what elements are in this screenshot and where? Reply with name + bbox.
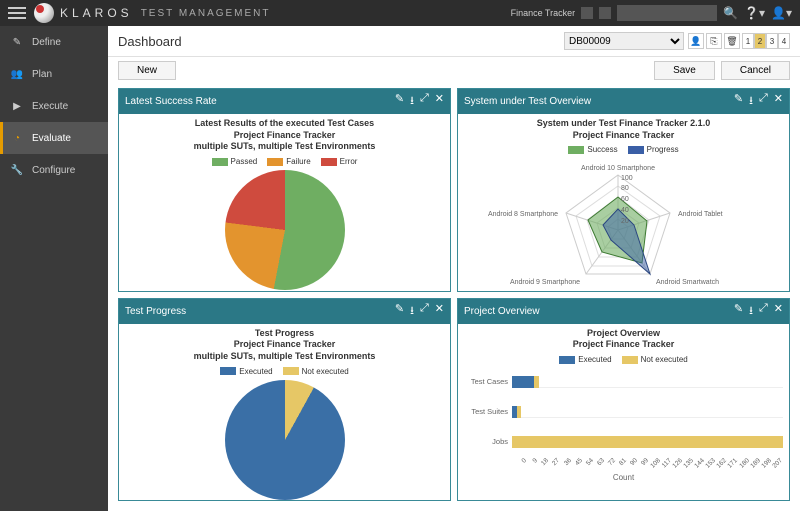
chart-title-line: Project Finance Tracker [119,339,450,351]
project-label: Finance Tracker [511,8,576,18]
close-icon[interactable]: ✕ [435,302,444,321]
expand-icon[interactable]: ⤢ [420,302,429,321]
download-icon[interactable]: ⭳ [410,92,414,111]
pie-chart [225,170,345,290]
sidebar-item-execute[interactable]: ▶ Execute [0,90,108,122]
sidebar-item-plan[interactable]: 👥 Plan [0,58,108,90]
chart-title-line: Project Finance Tracker [458,130,789,142]
close-icon[interactable]: ✕ [774,92,783,111]
sidebar-item-label: Configure [32,165,75,176]
button-bar: New Save Cancel [108,57,800,84]
page-title: Dashboard [118,34,182,49]
svg-text:60: 60 [621,196,629,203]
pager-last[interactable]: 4 [778,33,790,49]
sidebar-item-define[interactable]: ✎ Define [0,26,108,58]
pie-icon: ◔ [10,131,24,145]
download-icon[interactable]: ⭳ [410,302,414,321]
titlebar: Dashboard DB00009 👤 ⎘ 🗑 1 2 3 4 [108,26,800,57]
help-icon[interactable]: ❔▾ [744,6,765,20]
new-button[interactable]: New [118,61,176,80]
search-icon[interactable]: 🔍 [723,6,738,20]
sidebar-item-label: Execute [32,101,68,112]
chart-title-line: System under Test Finance Tracker 2.1.0 [458,118,789,130]
brand-subtitle: TEST MANAGEMENT [141,8,271,19]
chart-legend: Executed Not executed [458,355,789,364]
chart-legend: Success Progress [458,145,789,154]
svg-text:Android Tablet: Android Tablet [678,211,723,218]
edit-icon[interactable]: ✎ [395,92,404,111]
download-icon[interactable]: ⭳ [749,302,753,321]
dashboard-select[interactable]: DB00009 [564,32,684,50]
menu-icon[interactable] [8,4,26,22]
panel-title: System under Test Overview [464,96,591,107]
save-button[interactable]: Save [654,61,715,80]
play-icon: ▶ [10,99,24,113]
svg-text:Android 8 Smartphone: Android 8 Smartphone [488,211,558,218]
sidebar-item-label: Evaluate [32,133,71,144]
expand-icon[interactable]: ⤢ [420,92,429,111]
pager-current[interactable]: 2 [754,33,766,49]
svg-text:80: 80 [621,185,629,192]
sidebar-item-label: Define [32,37,61,48]
panel-sut-overview: System under Test Overview ✎ ⭳ ⤢ ✕ Syste… [457,88,790,292]
svg-text:100: 100 [621,175,633,182]
wrench-icon: 🔧 [10,163,24,177]
edit-icon[interactable]: ✎ [395,302,404,321]
sidebar: ✎ Define 👥 Plan ▶ Execute ◔ Evaluate 🔧 C… [0,26,108,511]
delete-icon[interactable]: 🗑 [724,33,740,49]
sidebar-item-label: Plan [32,69,52,80]
expand-icon[interactable]: ⤢ [759,92,768,111]
list-icon[interactable] [599,7,611,19]
chart-title-line: multiple SUTs, multiple Test Environment… [119,351,450,363]
pencil-icon: ✎ [10,35,24,49]
pager-next[interactable]: 3 [766,33,778,49]
close-icon[interactable]: ✕ [435,92,444,111]
chart-legend: Executed Not executed [119,367,450,376]
archive-icon[interactable] [581,7,593,19]
logo-icon [34,3,54,23]
topbar: KLAROS TEST MANAGEMENT Finance Tracker 🔍… [0,0,800,26]
svg-text:Android Smartwatch: Android Smartwatch [656,279,719,286]
radar-chart: Android 10 Smartphone Android Tablet And… [458,158,778,290]
panel-title: Latest Success Rate [125,96,217,107]
users-icon: 👥 [10,67,24,81]
chart-title-line: Project Overview [458,328,789,340]
edit-icon[interactable]: ✎ [734,92,743,111]
copy-icon[interactable]: ⎘ [706,33,722,49]
chart-title-line: multiple SUTs, multiple Test Environment… [119,141,450,153]
download-icon[interactable]: ⭳ [749,92,753,111]
brand-name: KLAROS [60,6,133,20]
bar-chart: Test Cases Test Suites [458,368,789,482]
panel-project-overview: Project Overview ✎ ⭳ ⤢ ✕ Project Overvie… [457,298,790,502]
panel-latest-success: Latest Success Rate ✎ ⭳ ⤢ ✕ Latest Resul… [118,88,451,292]
expand-icon[interactable]: ⤢ [759,302,768,321]
search-input[interactable] [617,5,717,21]
pager-prev[interactable]: 1 [742,33,754,49]
panel-title: Test Progress [125,306,186,317]
sidebar-item-evaluate[interactable]: ◔ Evaluate [0,122,108,154]
user-add-icon[interactable]: 👤 [688,33,704,49]
svg-text:20: 20 [621,218,629,225]
chart-title-line: Project Finance Tracker [458,339,789,351]
svg-text:40: 40 [621,207,629,214]
close-icon[interactable]: ✕ [774,302,783,321]
chart-legend: Passed Failure Error [119,157,450,166]
pager: 1 2 3 4 [742,33,790,49]
chart-title-line: Test Progress [119,328,450,340]
panel-test-progress: Test Progress ✎ ⭳ ⤢ ✕ Test Progress Proj… [118,298,451,502]
pie-chart [225,380,345,500]
sidebar-item-configure[interactable]: 🔧 Configure [0,154,108,186]
svg-text:Android 10 Smartphone: Android 10 Smartphone [581,165,655,172]
svg-text:Android 9 Smartphone: Android 9 Smartphone [510,279,580,286]
chart-title-line: Project Finance Tracker [119,130,450,142]
cancel-button[interactable]: Cancel [721,61,790,80]
user-icon[interactable]: 👤▾ [771,6,792,20]
panel-title: Project Overview [464,306,540,317]
main-content: Dashboard DB00009 👤 ⎘ 🗑 1 2 3 4 New Save [108,26,800,511]
chart-title-line: Latest Results of the executed Test Case… [119,118,450,130]
edit-icon[interactable]: ✎ [734,302,743,321]
